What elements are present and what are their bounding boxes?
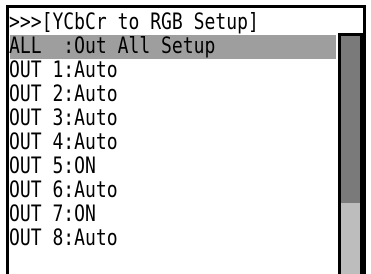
lcd-screen: >>>[YCbCr to RGB Setup] ALL :Out All Set…: [0, 0, 371, 274]
scrollbar-thumb[interactable]: [341, 36, 360, 203]
menu-item-all[interactable]: ALL :Out All Setup: [9, 35, 215, 59]
menu-title: >>>[YCbCr to RGB Setup]: [9, 10, 259, 35]
menu-item-out-6[interactable]: OUT 6:Auto: [9, 179, 118, 203]
menu-item-out-3[interactable]: OUT 3:Auto: [9, 107, 118, 131]
menu-item-out-7[interactable]: OUT 7:ON: [9, 203, 96, 227]
scrollbar-track[interactable]: [338, 33, 363, 274]
menu-item-out-8[interactable]: OUT 8:Auto: [9, 227, 118, 251]
menu-item-out-2[interactable]: OUT 2:Auto: [9, 83, 118, 107]
menu-item-out-4[interactable]: OUT 4:Auto: [9, 131, 118, 155]
menu-item-out-1[interactable]: OUT 1:Auto: [9, 59, 118, 83]
menu-item-out-5[interactable]: OUT 5:ON: [9, 155, 96, 179]
